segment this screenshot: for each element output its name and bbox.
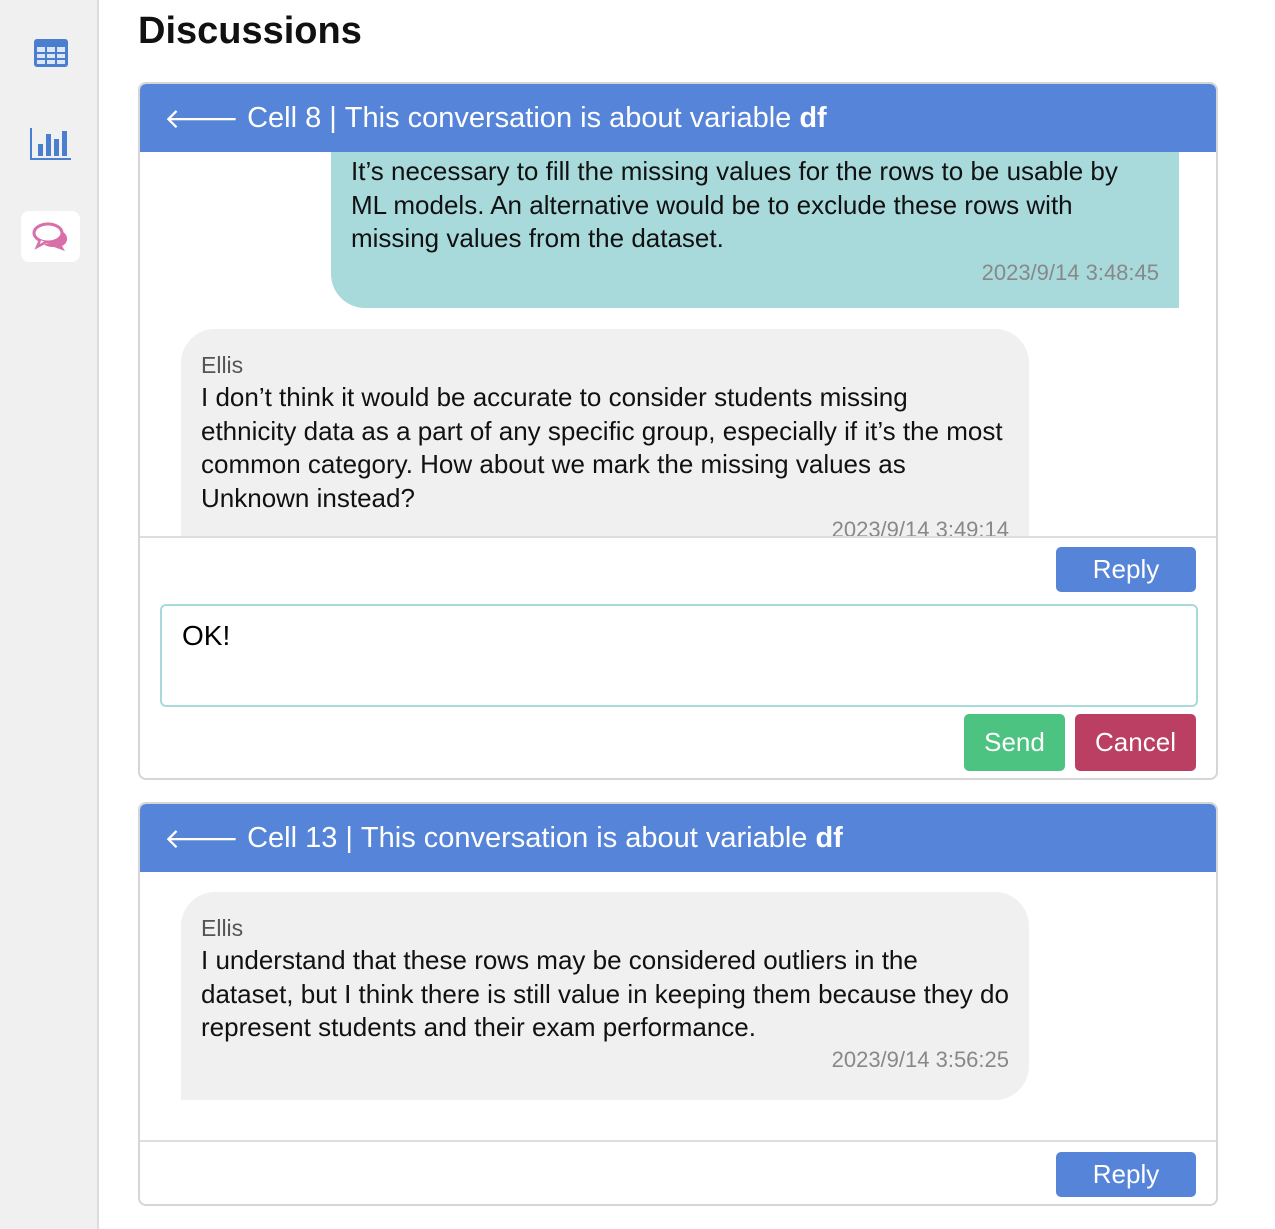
reply-button[interactable]: Reply [1056,1152,1196,1197]
comments-icon [32,222,67,251]
thread-card: 🡐 Cell 13 | This conversation is about va… [138,802,1218,1206]
separator: | [345,821,353,854]
message-bubble-mine: It’s necessary to fill the missing value… [331,152,1179,308]
message-bubble: Ellis I understand that these rows may b… [181,892,1029,1100]
back-arrow-icon[interactable]: 🡐 [164,821,239,855]
reply-input[interactable] [160,604,1198,707]
table-view-button[interactable] [21,27,80,78]
back-arrow-icon[interactable]: 🡐 [164,101,239,135]
page-title: Discussions [138,10,362,52]
send-button[interactable]: Send [964,714,1065,771]
thread-header[interactable]: 🡐 Cell 8 | This conversation is about var… [140,84,1216,152]
sidebar [0,0,99,1229]
thread-header[interactable]: 🡐 Cell 13 | This conversation is about va… [140,804,1216,872]
message-list[interactable]: It’s necessary to fill the missing value… [140,152,1216,536]
table-icon [33,38,68,67]
bar-chart-icon [29,127,71,160]
chart-view-button[interactable] [21,118,80,169]
reply-button[interactable]: Reply [1056,547,1196,592]
message-list[interactable]: Ellis I understand that these rows may b… [140,872,1216,1140]
cancel-button[interactable]: Cancel [1075,714,1196,771]
discussions-view-button[interactable] [21,211,80,262]
separator: | [329,101,337,134]
thread-card: 🡐 Cell 8 | This conversation is about var… [138,82,1218,780]
message-bubble: Ellis I don’t think it would be accurate… [181,329,1029,536]
